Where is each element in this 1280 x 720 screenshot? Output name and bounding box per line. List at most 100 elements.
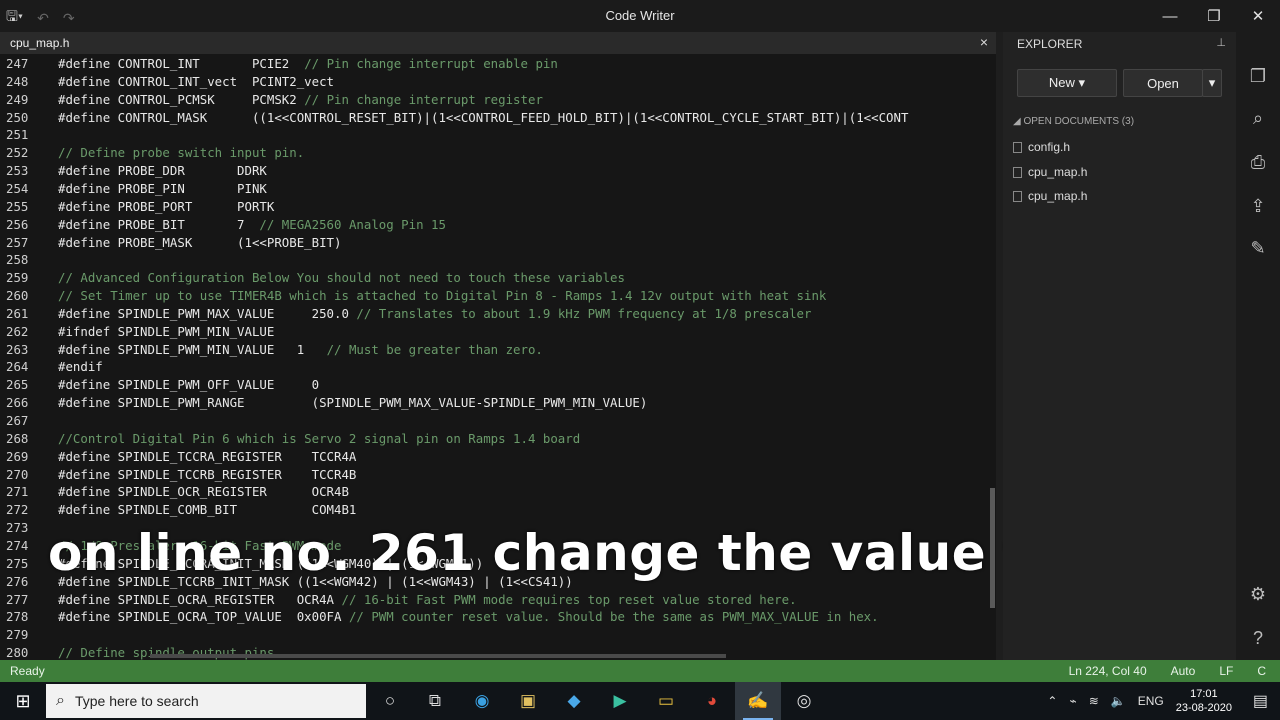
settings-icon[interactable]: ⚙ bbox=[1236, 584, 1280, 605]
obs-icon[interactable]: ◎ bbox=[781, 682, 827, 720]
encoding-indicator[interactable]: Auto bbox=[1171, 664, 1196, 678]
maximize-icon[interactable]: ❐ bbox=[1192, 0, 1236, 32]
video-caption: on line no. 261 change the value to 2 bbox=[48, 524, 1117, 582]
save-icon[interactable]: 🖫▾ bbox=[6, 6, 23, 30]
chevron-up-icon[interactable]: ⌃ bbox=[1047, 694, 1057, 708]
code-line[interactable]: 256 #define PROBE_BIT 7 // MEGA2560 Analo… bbox=[0, 216, 996, 234]
cursor-position[interactable]: Ln 224, Col 40 bbox=[1069, 664, 1147, 678]
code-line[interactable]: 272 #define SPINDLE_COMB_BIT COM4B1 bbox=[0, 501, 996, 519]
line-number: 263 bbox=[6, 341, 29, 357]
document-item[interactable]: config.h bbox=[1013, 140, 1070, 154]
help-icon[interactable]: ? bbox=[1236, 628, 1280, 649]
language-indicator[interactable]: ENG bbox=[1138, 694, 1164, 708]
tab-cpu-map[interactable]: cpu_map.h bbox=[0, 32, 79, 54]
code-statement: #define SPINDLE_PWM_RANGE (SPINDLE_PWM_M… bbox=[58, 395, 648, 411]
code-line[interactable]: 267 bbox=[0, 412, 996, 430]
code-comment: //Control Digital Pin 6 which is Servo 2… bbox=[58, 430, 581, 446]
undo-icon[interactable]: ↶ bbox=[37, 10, 49, 27]
line-number: 258 bbox=[6, 252, 29, 268]
search-icon[interactable]: ⌕ bbox=[1236, 108, 1280, 129]
close-tab-icon[interactable]: × bbox=[980, 34, 988, 50]
open-dropdown-button[interactable]: ▾ bbox=[1202, 69, 1222, 97]
code-line[interactable]: 266 #define SPINDLE_PWM_RANGE (SPINDLE_PW… bbox=[0, 394, 996, 412]
code-line[interactable]: 250 #define CONTROL_MASK ((1<<CONTROL_RES… bbox=[0, 109, 996, 127]
code-line[interactable]: 278 #define SPINDLE_OCRA_TOP_VALUE 0x00FA… bbox=[0, 608, 996, 626]
status-bar: Ready Ln 224, Col 40 Auto LF C bbox=[0, 660, 1280, 682]
wifi-icon[interactable]: ≋ bbox=[1089, 694, 1099, 708]
code-line[interactable]: 263 #define SPINDLE_PWM_MIN_VALUE 1 // Mu… bbox=[0, 341, 996, 359]
cortana-icon[interactable]: ○ bbox=[367, 682, 413, 720]
code-statement: #define SPINDLE_TCCRB_REGISTER TCCR4B bbox=[58, 466, 357, 482]
horizontal-scrollbar[interactable] bbox=[150, 654, 726, 658]
task-view-icon[interactable]: ⧉ bbox=[412, 682, 458, 720]
notification-icon[interactable]: ▤ bbox=[1253, 691, 1268, 711]
code-text: #ifndef SPINDLE_PWM_MIN_VALUE bbox=[58, 323, 274, 341]
code-line[interactable]: 270 #define SPINDLE_TCCRB_REGISTER TCCR4B bbox=[0, 466, 996, 484]
file-icon bbox=[1013, 141, 1022, 153]
code-writer-icon[interactable]: ✍ bbox=[735, 682, 781, 720]
line-ending-indicator[interactable]: LF bbox=[1219, 664, 1233, 678]
code-line[interactable]: 261 #define SPINDLE_PWM_MAX_VALUE 250.0 /… bbox=[0, 305, 996, 323]
language-indicator[interactable]: C bbox=[1257, 664, 1266, 678]
code-text: #define SPINDLE_COMB_BIT COM4B1 bbox=[58, 501, 356, 519]
document-item[interactable]: cpu_map.h bbox=[1013, 189, 1087, 203]
code-line[interactable]: 255 #define PROBE_PORT PORTK bbox=[0, 198, 996, 216]
taskbar-search-input[interactable]: ⌕ Type here to search bbox=[46, 684, 366, 718]
code-line[interactable]: 271 #define SPINDLE_OCR_REGISTER OCR4B bbox=[0, 483, 996, 501]
clock[interactable]: 17:01 23-08-2020 bbox=[1176, 687, 1232, 715]
code-line[interactable]: 260 // Set Timer up to use TIMER4B which … bbox=[0, 287, 996, 305]
editor-tabs: cpu_map.h × bbox=[0, 32, 996, 54]
code-line[interactable]: 254 #define PROBE_PIN PINK bbox=[0, 180, 996, 198]
document-item[interactable]: cpu_map.h bbox=[1013, 165, 1087, 179]
code-line[interactable]: 259 // Advanced Configuration Below You s… bbox=[0, 269, 996, 287]
code-statement: #define PROBE_PIN PINK bbox=[58, 180, 267, 196]
new-button[interactable]: New ▾ bbox=[1017, 69, 1117, 97]
close-window-icon[interactable]: ✕ bbox=[1236, 0, 1280, 32]
code-statement: #ifndef SPINDLE_PWM_MIN_VALUE bbox=[58, 323, 275, 339]
code-line[interactable]: 249 #define CONTROL_PCMSK PCMSK2 // Pin c… bbox=[0, 91, 996, 109]
edge-icon[interactable]: ◉ bbox=[459, 682, 505, 720]
code-line[interactable]: 257 #define PROBE_MASK (1<<PROBE_BIT) bbox=[0, 234, 996, 252]
code-line[interactable]: 269 #define SPINDLE_TCCRA_REGISTER TCCR4A bbox=[0, 448, 996, 466]
documents-icon[interactable]: ❐ bbox=[1236, 66, 1280, 87]
code-line[interactable]: 258 bbox=[0, 251, 996, 269]
windows-start-icon[interactable]: ⊞ bbox=[0, 682, 46, 720]
code-line[interactable]: 248 #define CONTROL_INT_vect PCINT2_vect bbox=[0, 73, 996, 91]
open-button[interactable]: Open bbox=[1123, 69, 1203, 97]
redo-icon[interactable]: ↷ bbox=[63, 10, 75, 27]
print-icon[interactable]: ⎙ bbox=[1236, 152, 1280, 173]
pen-icon[interactable]: ✎ bbox=[1236, 238, 1280, 259]
code-text: #endif bbox=[58, 358, 103, 376]
share-icon[interactable]: ⇪ bbox=[1236, 196, 1280, 217]
file-icon bbox=[1013, 166, 1022, 178]
code-line[interactable]: 268 //Control Digital Pin 6 which is Serv… bbox=[0, 430, 996, 448]
code-text: #define CONTROL_PCMSK PCMSK2 // Pin chan… bbox=[58, 91, 543, 109]
code-line[interactable]: 277 #define SPINDLE_OCRA_REGISTER OCR4A /… bbox=[0, 591, 996, 609]
store-icon[interactable]: ▣ bbox=[505, 682, 551, 720]
system-tray: ⌃ ⌁ ≋ 🔈 ENG 17:01 23-08-2020 bbox=[1047, 682, 1232, 720]
line-number: 257 bbox=[6, 234, 29, 250]
file-explorer-icon[interactable]: ▭ bbox=[643, 682, 689, 720]
code-line[interactable]: 265 #define SPINDLE_PWM_OFF_VALUE 0 bbox=[0, 376, 996, 394]
azure-icon[interactable]: ◆ bbox=[551, 682, 597, 720]
pin-icon[interactable]: ⊥ bbox=[1216, 36, 1226, 49]
code-statement: #define PROBE_MASK (1<<PROBE_BIT) bbox=[58, 234, 342, 250]
line-number: 279 bbox=[6, 627, 29, 643]
volume-icon[interactable]: 🔈 bbox=[1111, 694, 1126, 708]
clock-date: 23-08-2020 bbox=[1175, 702, 1232, 714]
code-comment: // MEGA2560 Analog Pin 15 bbox=[259, 216, 446, 232]
code-line[interactable]: 253 #define PROBE_DDR DDRK bbox=[0, 162, 996, 180]
open-documents-header[interactable]: ◢ OPEN DOCUMENTS (3) bbox=[1013, 116, 1134, 127]
app-icon[interactable]: ▶ bbox=[597, 682, 643, 720]
code-line[interactable]: 262 #ifndef SPINDLE_PWM_MIN_VALUE bbox=[0, 323, 996, 341]
code-line[interactable]: 279 bbox=[0, 626, 996, 644]
code-comment: // Pin change interrupt register bbox=[304, 91, 543, 107]
code-line[interactable]: 247 #define CONTROL_INT PCIE2 // Pin chan… bbox=[0, 55, 996, 73]
code-line[interactable]: 264 #endif bbox=[0, 358, 996, 376]
minimize-icon[interactable]: — bbox=[1148, 0, 1192, 32]
code-line[interactable]: 252 // Define probe switch input pin. bbox=[0, 144, 996, 162]
line-number: 253 bbox=[6, 163, 29, 179]
code-line[interactable]: 251 bbox=[0, 126, 996, 144]
network-icon[interactable]: ⌁ bbox=[1069, 694, 1076, 708]
chrome-icon[interactable]: ◕ bbox=[689, 682, 735, 720]
